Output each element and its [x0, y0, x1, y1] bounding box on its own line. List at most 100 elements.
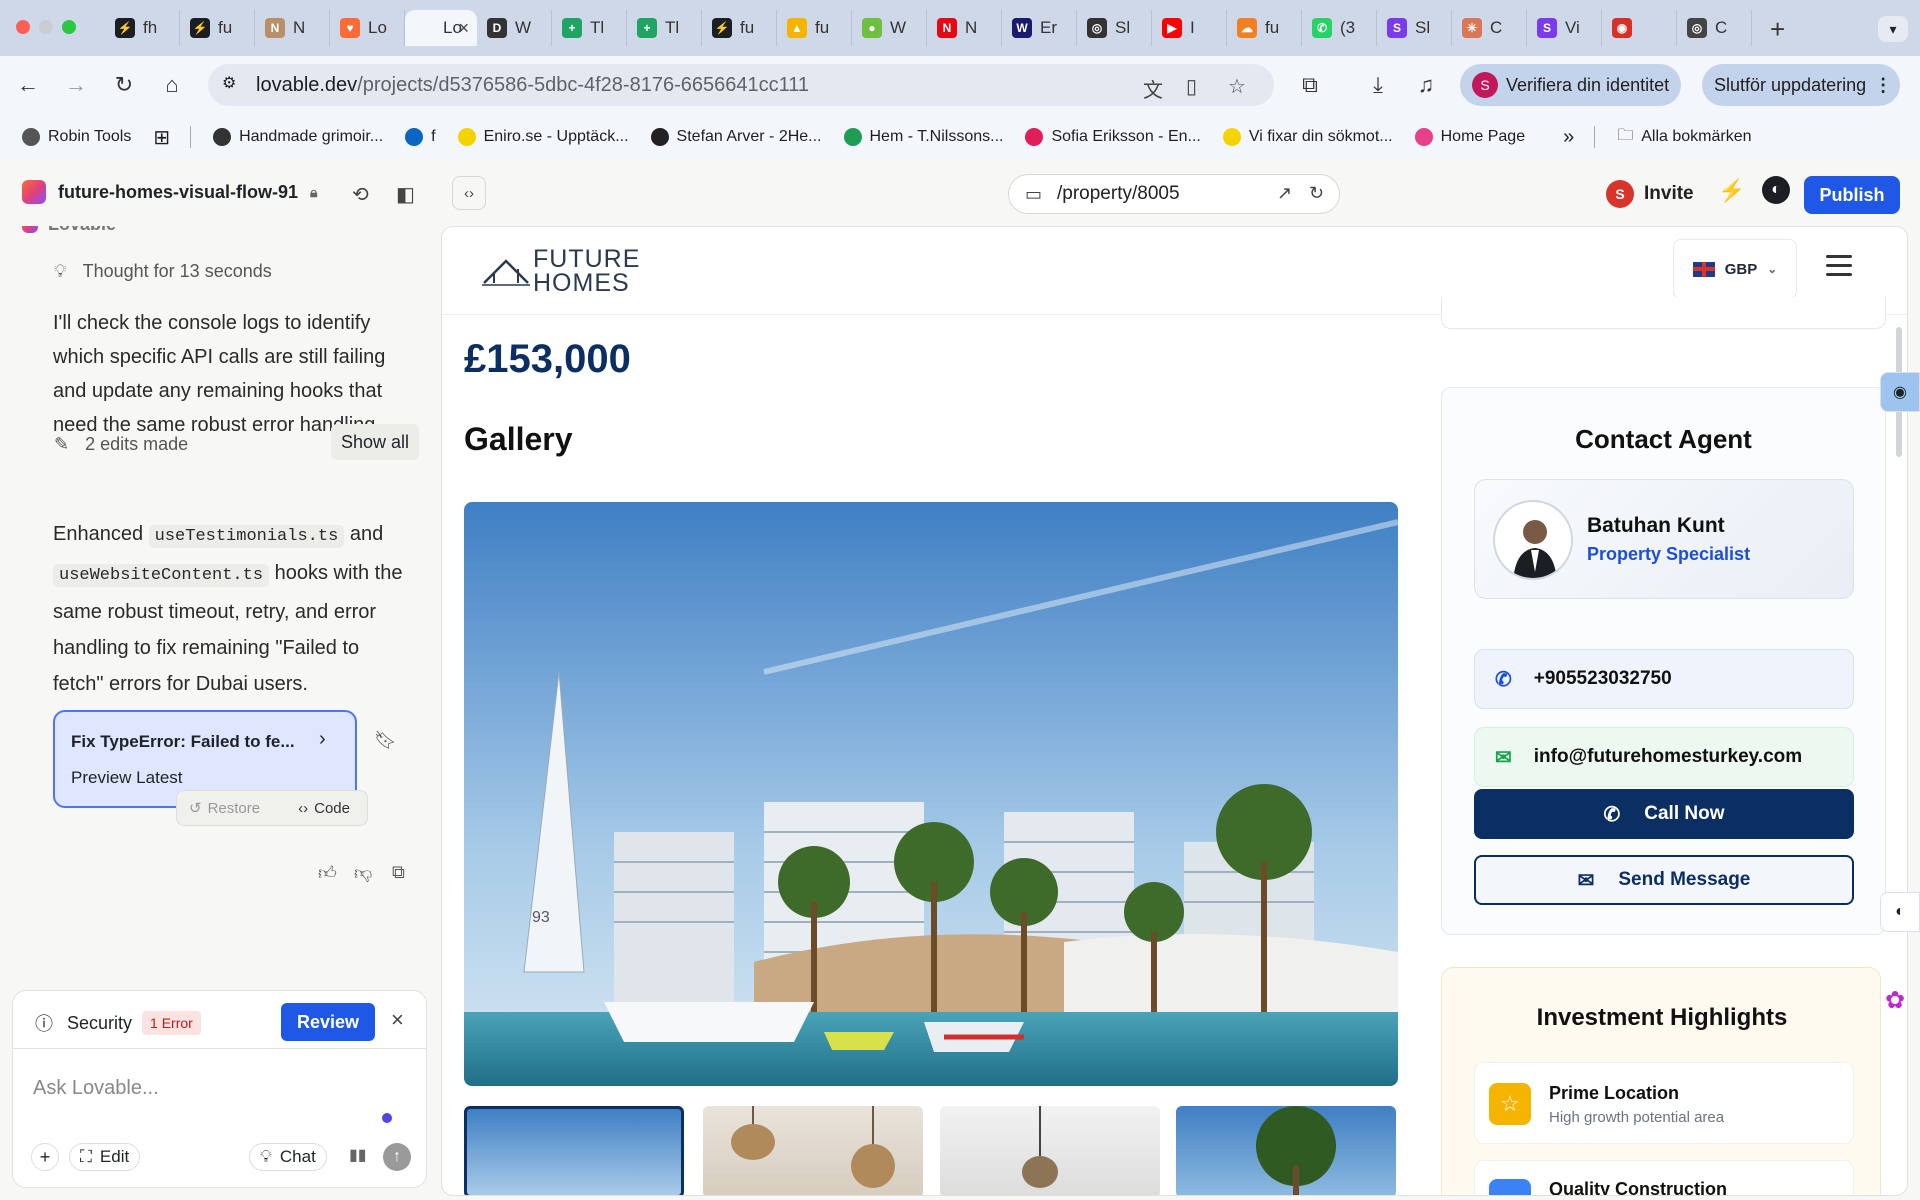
show-all-button[interactable]: Show all: [331, 424, 420, 460]
currency-selector[interactable]: GBP ⌄: [1673, 239, 1797, 299]
browser-tab-16[interactable]: ☁ fu: [1227, 10, 1302, 46]
preview-url-bar[interactable]: ▭ /property/8005 ↗ ↻: [1008, 174, 1340, 214]
email-row[interactable]: ✉ info@futurehomesturkey.com: [1474, 727, 1854, 787]
browser-tab-10[interactable]: ▲ fu: [777, 10, 852, 46]
tab-search-chevron-icon[interactable]: ▾: [1878, 16, 1908, 42]
minimize-window-button[interactable]: [39, 20, 53, 34]
refresh-preview-icon[interactable]: ↻: [1309, 183, 1324, 204]
browser-tab-6[interactable]: DW: [477, 10, 552, 46]
bookmark-item[interactable]: Sofia Eriksson - En...: [1025, 128, 1201, 146]
reload-icon[interactable]: ↻: [108, 69, 140, 101]
brain-extension-icon[interactable]: ◉: [1880, 372, 1920, 412]
close-icon[interactable]: ×: [391, 1007, 404, 1033]
media-control-icon[interactable]: ♫: [1410, 69, 1442, 101]
github-icon[interactable]: ◐: [1762, 176, 1790, 204]
browser-tab-15[interactable]: ▶ I: [1152, 10, 1227, 46]
browser-tab-3[interactable]: NN: [255, 10, 330, 46]
thumbs-up-icon[interactable]: 👍︎: [318, 862, 337, 884]
browser-tab-18[interactable]: S Sl: [1377, 10, 1452, 46]
security-banner: ⓘ Security 1 Error Review ×: [12, 990, 427, 1056]
browser-tab-19[interactable]: ✳ C: [1452, 10, 1527, 46]
restore-button[interactable]: Restore: [208, 800, 261, 817]
browser-tab-9[interactable]: ⚡ fu: [702, 10, 777, 46]
address-bar[interactable]: ⚙ lovable.dev/projects/d5376586-5dbc-4f2…: [208, 64, 1274, 106]
browser-tab-8[interactable]: + Tl: [627, 10, 702, 46]
new-tab-button[interactable]: +: [1770, 14, 1785, 45]
browser-tab-20[interactable]: S Vi: [1527, 10, 1602, 46]
forward-arrow-icon[interactable]: →: [60, 69, 92, 101]
thumbs-down-icon[interactable]: 👎︎: [354, 862, 372, 884]
gallery-thumbnail-3[interactable]: [940, 1106, 1160, 1195]
close-tab-icon[interactable]: ×: [458, 18, 469, 39]
bookmark-item[interactable]: Stefan Arver - 2He...: [650, 128, 822, 146]
device-icon[interactable]: ▭: [1025, 184, 1042, 205]
browser-tab-5[interactable]: Lo ×: [405, 10, 477, 46]
browser-tab-11[interactable]: ● W: [852, 10, 927, 46]
verify-identity-pill[interactable]: S Verifiera din identitet: [1460, 64, 1682, 106]
project-switcher[interactable]: future-homes-visual-flow-91 🔒︎: [22, 180, 317, 204]
code-view-icon[interactable]: ‹›: [452, 176, 486, 210]
bookmark-item[interactable]: Home Page: [1414, 128, 1525, 146]
browser-tab-2[interactable]: ⚡ fu: [180, 10, 255, 46]
browser-tab-7[interactable]: + Tl: [552, 10, 627, 46]
ai-brain-icon[interactable]: ✿: [1875, 980, 1915, 1020]
history-icon[interactable]: ⟲: [352, 182, 369, 207]
supabase-bolt-icon[interactable]: ⚡: [1718, 178, 1745, 204]
home-icon[interactable]: ⌂: [156, 69, 188, 101]
bookmark-icon[interactable]: 🔖︎: [374, 730, 397, 751]
review-button[interactable]: Review: [281, 1003, 375, 1041]
bookmark-star-icon[interactable]: ☆: [1228, 74, 1246, 99]
browser-tab-1[interactable]: ⚡ fh: [105, 10, 180, 46]
phone-row[interactable]: ✆ +905523032750: [1474, 649, 1854, 709]
finish-update-pill[interactable]: Slutför uppdatering ⋮: [1702, 64, 1901, 106]
site-logo[interactable]: FUTURE HOMES: [533, 247, 640, 296]
bookmark-item[interactable]: Hem - T.Nilssons...: [843, 128, 1003, 146]
bookmark-item[interactable]: Handmade grimoir...: [213, 128, 383, 146]
browser-tab-14[interactable]: ◎ Sl: [1077, 10, 1152, 46]
send-message-button[interactable]: ✉ Send Message: [1474, 855, 1854, 905]
send-arrow-icon[interactable]: ↑: [383, 1143, 411, 1171]
browser-tab-21[interactable]: ◉: [1602, 10, 1677, 46]
more-bookmarks-icon[interactable]: »: [1563, 126, 1574, 149]
add-attachment-icon[interactable]: +: [31, 1143, 59, 1171]
kebab-menu-icon[interactable]: ⋮: [1874, 75, 1892, 96]
tab-title: Sl: [1415, 18, 1431, 37]
browser-tab-17[interactable]: ✆ (3: [1302, 10, 1377, 46]
thought-indicator[interactable]: 💡︎ Thought for 13 seconds: [54, 261, 272, 282]
browser-tab-4[interactable]: ♥ Lo: [330, 10, 405, 46]
copy-icon[interactable]: ⧉: [392, 862, 405, 883]
bookmark-item[interactable]: Eniro.se - Upptäck...: [457, 128, 629, 146]
site-settings-icon[interactable]: ⚙: [222, 73, 246, 97]
translate-icon[interactable]: 文: [1143, 74, 1163, 103]
download-icon[interactable]: ⤓: [1362, 69, 1394, 101]
browser-tab-13[interactable]: W Er: [1002, 10, 1077, 46]
publish-button[interactable]: Publish: [1804, 176, 1900, 214]
bookmark-item[interactable]: Vi fixar din sökmot...: [1222, 128, 1393, 146]
bookmark-item[interactable]: Robin Tools: [22, 128, 131, 146]
gallery-thumbnail-1[interactable]: [464, 1106, 684, 1195]
call-now-button[interactable]: ✆ Call Now: [1474, 789, 1854, 839]
zoom-window-button[interactable]: [62, 20, 76, 34]
back-arrow-icon[interactable]: ←: [12, 69, 44, 101]
browser-tab-12[interactable]: NN: [927, 10, 1002, 46]
open-external-icon[interactable]: ↗: [1277, 183, 1292, 204]
sidebar-toggle-icon[interactable]: ◧: [396, 182, 415, 207]
browser-tab-22[interactable]: ◎ C: [1677, 10, 1752, 46]
gallery-thumbnail-2[interactable]: [703, 1106, 923, 1195]
voice-icon[interactable]: ▮▮: [349, 1145, 367, 1165]
invite-button[interactable]: S Invite: [1606, 176, 1694, 212]
edit-mode-button[interactable]: ⛶ Edit: [69, 1143, 141, 1171]
ask-input[interactable]: Ask Lovable...: [33, 1077, 159, 1100]
extensions-icon[interactable]: ⧉: [1294, 69, 1326, 101]
gallery-main-image[interactable]: 93: [464, 502, 1398, 1086]
bookmark-item[interactable]: f: [405, 128, 436, 146]
all-bookmarks-folder[interactable]: 🗀 Alla bokmärken: [1617, 124, 1751, 151]
close-window-button[interactable]: [16, 20, 30, 34]
side-circle-icon[interactable]: ◐: [1880, 892, 1920, 932]
code-button[interactable]: Code: [314, 800, 350, 817]
chat-mode-button[interactable]: 💡︎ Chat: [249, 1143, 327, 1171]
apps-grid-icon[interactable]: ⊞: [153, 125, 170, 150]
gallery-thumbnail-4[interactable]: [1176, 1106, 1396, 1195]
hamburger-menu-icon[interactable]: [1826, 255, 1852, 276]
reading-mode-icon[interactable]: ▯: [1186, 74, 1197, 99]
